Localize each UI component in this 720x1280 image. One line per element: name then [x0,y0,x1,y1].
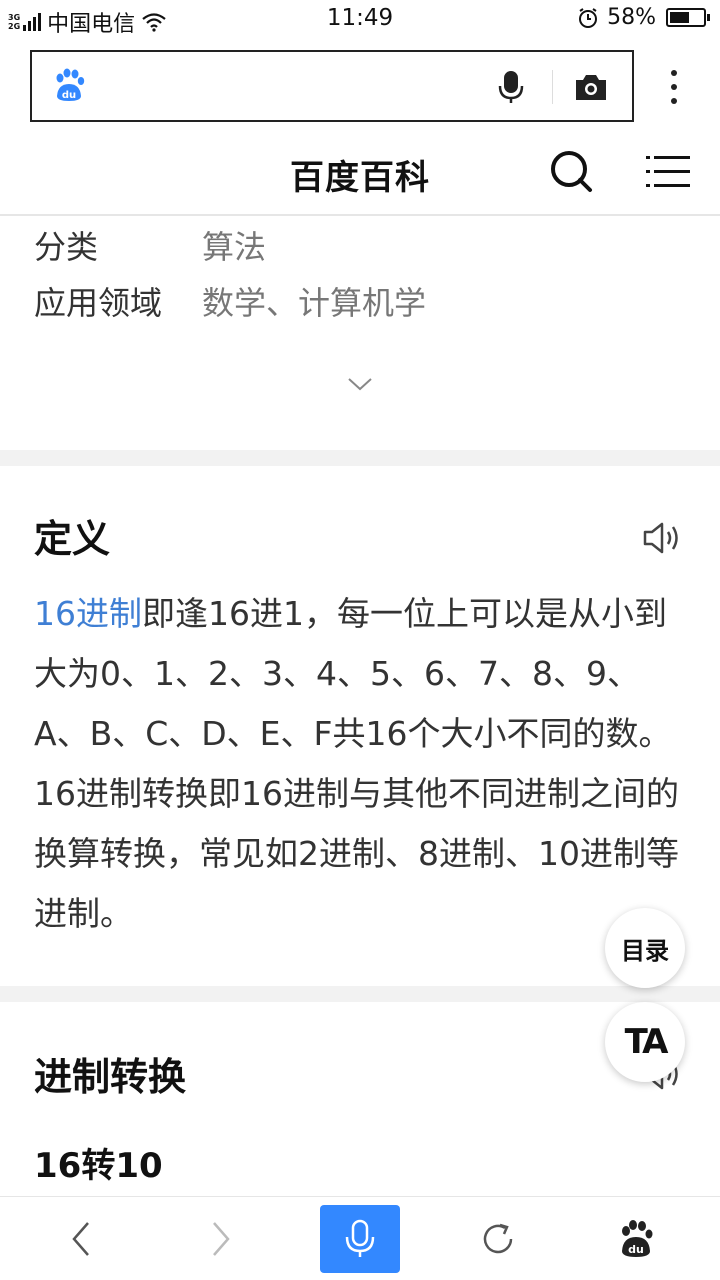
page-header: 百度百科 [0,128,720,216]
microphone-icon [345,1219,375,1257]
voice-search-icon[interactable] [498,70,524,104]
bottom-nav-bar: du [0,1196,720,1280]
svg-text:du: du [628,1243,644,1256]
chevron-down-icon[interactable] [346,374,374,394]
svg-text:du: du [62,90,76,101]
section-divider [0,450,720,466]
baidu-home-icon[interactable]: du [616,1217,656,1261]
menu-icon[interactable] [646,154,690,190]
battery-icon [666,8,710,27]
info-row-field: 应用领域 数学、计算机学 [34,278,426,324]
search-icon[interactable] [548,148,594,194]
back-icon[interactable] [62,1217,102,1261]
battery-fill [670,12,689,23]
toc-button[interactable]: 目录 [605,908,685,988]
info-key: 应用领域 [34,284,163,322]
info-row-category: 分类 算法 [34,222,266,268]
status-bar: 3G 2G 中国电信 11:49 58% [0,0,720,38]
definition-paragraph: 16进制即逢16进1，每一位上可以是从小到大为0、1、2、3、4、5、6、7、8… [34,584,686,944]
alarm-icon [579,7,598,28]
more-options-icon[interactable] [664,68,684,106]
section-title-definition: 定义 [34,517,111,561]
status-right: 58% [577,5,710,30]
speaker-icon[interactable] [642,520,682,556]
section-title-conversion: 进制转换 [34,1055,187,1099]
definition-text: 即逢16进1，每一位上可以是从小到大为0、1、2、3、4、5、6、7、8、9、A… [34,594,679,933]
section-divider [0,986,720,1002]
baidu-paw-icon: du [56,68,85,101]
hex-link[interactable]: 16进制 [34,594,142,633]
forward-icon[interactable] [200,1217,240,1261]
search-divider [552,70,553,104]
brand-title[interactable]: 百度百科 [0,150,720,199]
info-value: 算法 [202,228,267,266]
camera-icon[interactable] [574,72,608,102]
info-key: 分类 [34,228,99,266]
search-bar[interactable]: du [30,50,634,122]
ta-button[interactable]: TA [605,1002,685,1082]
subsection-title: 16转10 [34,1146,163,1186]
battery-percent: 58% [607,5,656,30]
info-value: 数学、计算机学 [202,284,427,322]
refresh-icon[interactable] [478,1217,518,1261]
voice-button[interactable] [320,1205,400,1273]
